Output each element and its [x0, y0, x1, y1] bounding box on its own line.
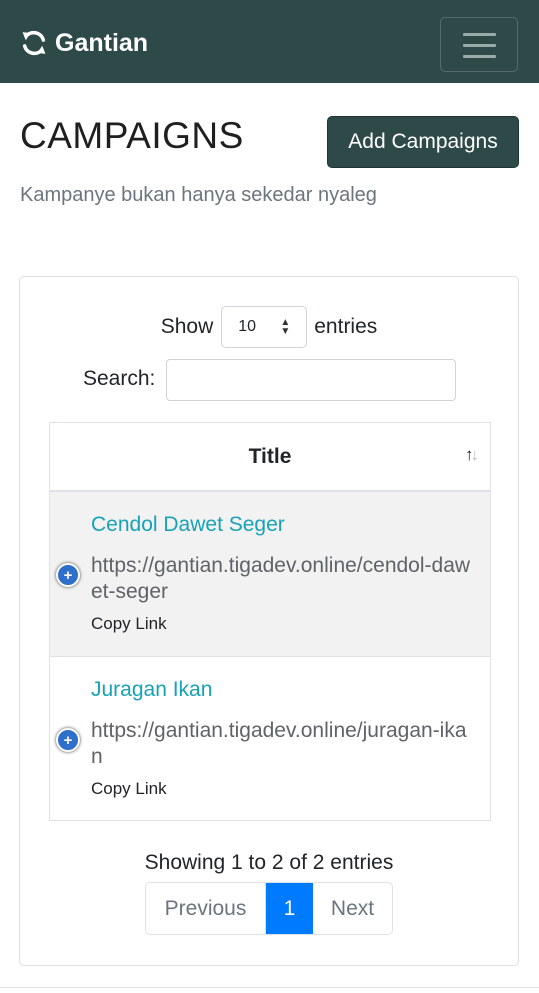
page-length-select[interactable]: 10 ▲ ▼ — [221, 306, 308, 348]
page-length-value: 10 — [238, 318, 257, 335]
table-row: + Juragan Ikan https://gantian.tigadev.o… — [50, 656, 490, 820]
campaign-title-link[interactable]: Juragan Ikan — [91, 678, 212, 702]
page-subtitle: Kampanye bukan hanya sekedar nyaleg — [20, 184, 377, 206]
pagination: Previous 1 Next — [145, 882, 393, 935]
add-campaigns-button[interactable]: Add Campaigns — [327, 116, 519, 168]
table-info: Showing 1 to 2 of 2 entries — [144, 851, 394, 874]
brand-link[interactable]: Gantian — [20, 27, 148, 59]
campaign-title-link[interactable]: Cendol Dawet Seger — [91, 513, 285, 537]
top-navbar: Gantian — [0, 0, 539, 83]
search-input[interactable] — [166, 359, 456, 401]
select-arrows-icon: ▲ ▼ — [280, 317, 291, 337]
entries-length-control: Show 10 ▲ ▼ entries — [20, 306, 518, 348]
campaign-url: https://gantian.tigadev.online/juragan-i… — [91, 719, 467, 768]
show-label: Show — [160, 315, 214, 338]
campaigns-table: Title ↑↓ + Cendol Dawet Seger https://ga… — [49, 422, 491, 821]
campaigns-card: Show 10 ▲ ▼ entries Search: Title ↑↓ + Ce… — [19, 276, 519, 966]
expand-row-icon[interactable]: + — [56, 563, 80, 587]
search-label: Search: — [83, 367, 156, 390]
entries-label: entries — [314, 315, 378, 338]
copy-link-button[interactable]: Copy Link — [91, 614, 167, 634]
refresh-icon — [22, 30, 46, 56]
next-page-button[interactable]: Next — [313, 883, 392, 934]
title-column-header[interactable]: Title ↑↓ — [50, 423, 490, 492]
page-1-button[interactable]: 1 — [266, 883, 313, 934]
table-row: + Cendol Dawet Seger https://gantian.tig… — [50, 492, 490, 656]
expand-row-icon[interactable]: + — [56, 728, 80, 752]
campaign-url: https://gantian.tigadev.online/cendol-da… — [91, 554, 471, 603]
footer-divider — [0, 987, 539, 988]
title-header-label: Title — [248, 444, 292, 468]
page-title: CAMPAIGNS — [20, 115, 244, 156]
navbar-toggle-button[interactable] — [440, 17, 518, 72]
brand-name: Gantian — [55, 28, 149, 57]
copy-link-button[interactable]: Copy Link — [91, 779, 167, 799]
sort-both-icon: ↑↓ — [465, 445, 479, 464]
previous-page-button[interactable]: Previous — [146, 883, 266, 934]
